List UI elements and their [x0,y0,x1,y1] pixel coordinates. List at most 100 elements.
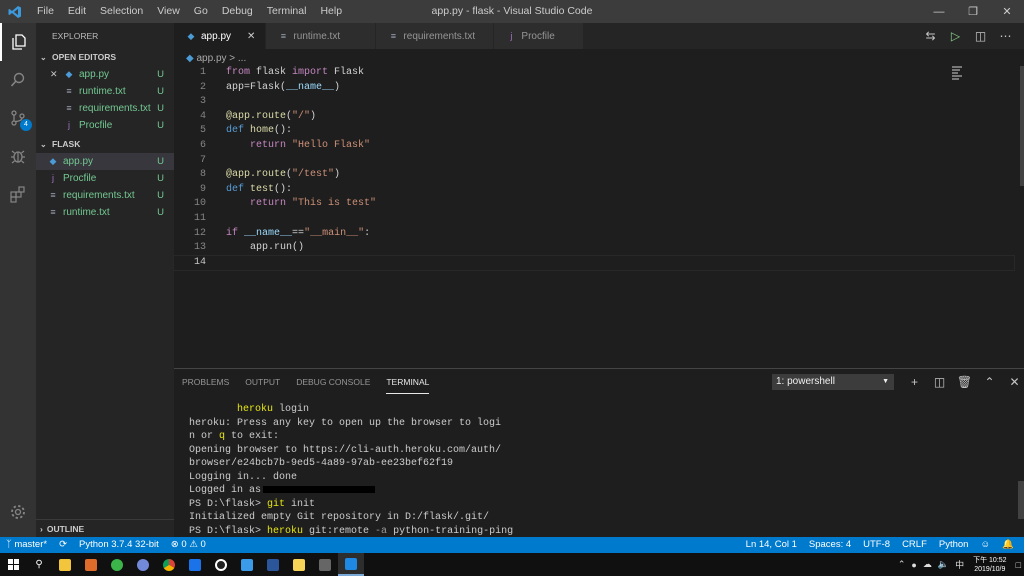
source-control-activity[interactable]: 4 [0,99,36,137]
debug-activity[interactable] [0,137,36,175]
open-editor-item[interactable]: ј Procfile U [36,117,174,134]
media-player-icon[interactable] [78,553,104,576]
editor-tabs: ◆ app.py ✕ ≡ runtime.txt ≡ requirements.… [174,23,1024,49]
folder-header[interactable]: ⌄ FLASK [36,136,174,153]
feedback-icon[interactable]: ☺ [974,537,996,553]
panel-tabs: PROBLEMS OUTPUT DEBUG CONSOLE TERMINAL [174,369,1024,395]
open-editors-header[interactable]: ⌄ OPEN EDITORS [36,49,174,66]
split-terminal-icon[interactable]: ◫ [927,373,952,391]
menu-selection[interactable]: Selection [93,0,150,23]
end-of-line[interactable]: CRLF [896,537,933,553]
split-editor-icon[interactable]: ◫ [968,29,993,43]
outline-header[interactable]: › OUTLINE [36,519,174,537]
menu-edit[interactable]: Edit [61,0,93,23]
trash-icon[interactable]: 🗑 [952,373,977,391]
file-tree-item[interactable]: ≡ runtime.txt U [36,204,174,221]
extensions-activity[interactable] [0,175,36,213]
tab-app-py[interactable]: ◆ app.py ✕ [174,23,267,49]
file-tree-item[interactable]: ј Procfile U [36,170,174,187]
more-actions-icon[interactable]: ⋯ [993,29,1018,43]
tab-runtime-txt[interactable]: ≡ runtime.txt [266,23,377,49]
language-mode[interactable]: Python [933,537,975,553]
show-hidden-icon[interactable]: ⌃ [895,559,909,570]
tab-output[interactable]: OUTPUT [245,371,280,393]
open-editor-item[interactable]: ≡ requirements.txt U [36,100,174,117]
menu-file[interactable]: File [30,0,61,23]
terminal-scrollbar[interactable] [1018,481,1024,519]
open-editor-item[interactable]: ≡ runtime.txt U [36,83,174,100]
cursor-position[interactable]: Ln 14, Col 1 [740,537,803,553]
volume-icon[interactable]: 🔈 [935,559,952,570]
line-app-icon[interactable] [104,553,130,576]
terminal-select[interactable]: 1: powershell ▼ [772,374,894,390]
file-tree-item[interactable]: ◆ app.py U [36,153,174,170]
windows-start-icon[interactable] [0,553,26,576]
run-icon[interactable]: ▷ [943,29,968,43]
tab-terminal[interactable]: TERMINAL [386,371,430,394]
menu-terminal[interactable]: Terminal [260,0,314,23]
problems-status[interactable]: ⊗ 0 ⚠ 0 [165,537,212,553]
explorer-activity[interactable] [0,23,36,61]
close-window-icon[interactable]: ✕ [990,0,1024,23]
terminal-output[interactable]: heroku login heroku: Press any key to op… [189,403,513,538]
encoding[interactable]: UTF-8 [857,537,896,553]
close-panel-icon[interactable]: ✕ [1002,373,1024,391]
code-editor[interactable]: 1 from flask import Flask 2 app=Flask(__na… [173,66,1015,366]
notifications-icon[interactable]: 🔔 [996,537,1020,553]
search-icon[interactable]: ⚲ [26,553,52,576]
menu-help[interactable]: Help [313,0,349,23]
discord-icon[interactable] [130,553,156,576]
code-line: 13 app.run() [174,241,1014,256]
vscode-taskbar-icon[interactable] [338,553,364,576]
windows-taskbar: ⚲ ⌃ ● ☁ 🔈 中 下午 10:52 2019/10/9 □ [0,553,1024,576]
editor-scrollbar[interactable] [1020,66,1024,186]
new-terminal-icon[interactable]: + [902,373,927,391]
calculator-icon[interactable] [312,553,338,576]
tab-debug-console[interactable]: DEBUG CONSOLE [296,371,370,393]
notes-icon[interactable] [286,553,312,576]
text-file-icon: ≡ [66,103,72,113]
compare-changes-icon[interactable]: ⇆ [918,29,943,43]
menu-go[interactable]: Go [187,0,215,23]
python-interpreter[interactable]: Python 3.7.4 32-bit [73,537,165,553]
close-icon[interactable]: ✕ [247,31,255,42]
chrome-icon[interactable] [156,553,182,576]
tab-problems[interactable]: PROBLEMS [182,371,229,393]
store-icon[interactable] [182,553,208,576]
search-activity[interactable] [0,61,36,99]
code-line: 7 [174,154,1014,169]
tray-app-icon[interactable]: ● [908,560,919,570]
minimize-icon[interactable]: — [922,0,956,23]
app-icon[interactable] [234,553,260,576]
menu-view[interactable]: View [150,0,187,23]
clock[interactable]: 下午 10:52 2019/10/9 [967,556,1012,574]
tab-label: Procfile [521,30,555,42]
manage-activity[interactable] [0,493,36,531]
tab-requirements-txt[interactable]: ≡ requirements.txt [376,23,495,49]
maximize-panel-icon[interactable]: ⌃ [977,373,1002,391]
git-status: U [157,207,164,218]
line-number: 9 [199,183,206,195]
file-tree-item[interactable]: ≡ requirements.txt U [36,187,174,204]
word-icon[interactable] [260,553,286,576]
obs-icon[interactable] [208,553,234,576]
breadcrumb-path: app.py > ... [196,53,247,64]
minimap[interactable] [952,66,966,86]
sync-icon[interactable]: ⟳ [53,537,73,553]
tab-procfile[interactable]: ј Procfile [494,23,585,49]
open-editor-item[interactable]: ✕ ◆ app.py U [36,66,174,83]
chevron-down-icon: ⌄ [40,53,47,62]
menu-debug[interactable]: Debug [215,0,260,23]
close-icon[interactable]: ✕ [50,66,62,83]
file-explorer-icon[interactable] [52,553,78,576]
ime-icon[interactable]: 中 [952,558,967,571]
breadcrumb[interactable]: ◆ app.py > ... [186,52,246,66]
file-name: app.py [79,69,110,80]
onedrive-icon[interactable]: ☁ [920,559,935,570]
restore-icon[interactable]: ❐ [956,0,990,23]
python-file-icon: ◆ [186,53,194,64]
terminal-line: heroku: Press any key to open up the bro… [189,417,502,429]
notification-center-icon[interactable]: □ [1013,560,1024,570]
indentation[interactable]: Spaces: 4 [803,537,857,553]
branch-status[interactable]: ᛉ master* [0,537,53,553]
